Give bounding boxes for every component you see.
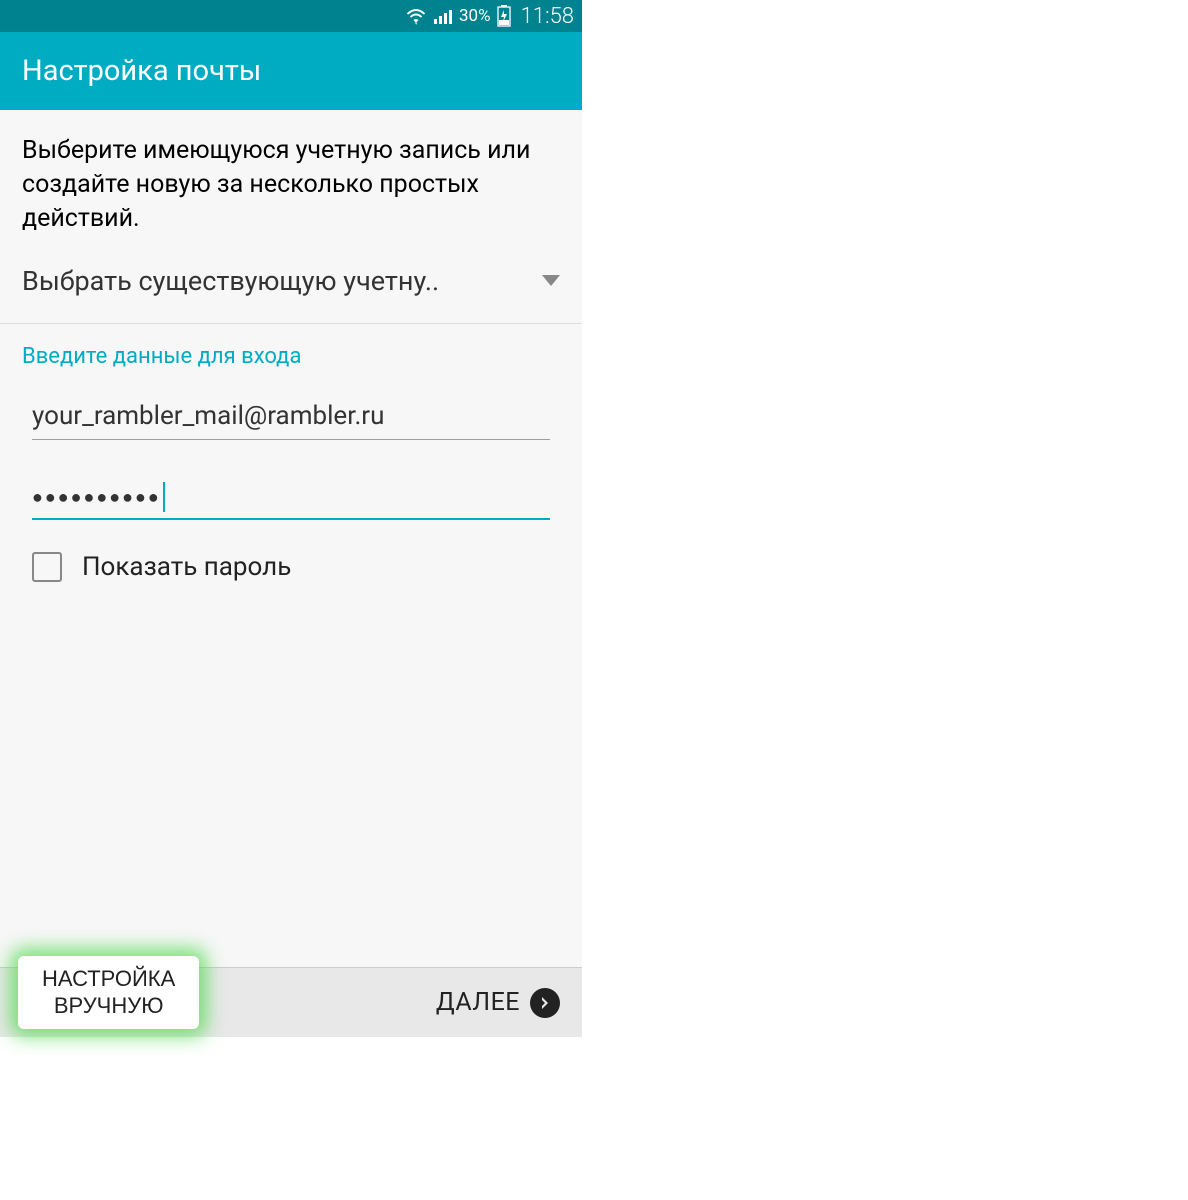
show-password-label[interactable]: Показать пароль <box>82 552 291 582</box>
app-header: Настройка почты <box>0 32 582 110</box>
status-bar: ↕ 30% 11:58 <box>0 0 582 32</box>
chevron-down-icon <box>542 271 560 292</box>
login-section-label: Введите данные для входа <box>0 324 582 381</box>
account-dropdown[interactable]: Выбрать существующую учетну.. <box>0 253 582 323</box>
bottom-bar: НАСТРОЙКА ВРУЧНУЮ ДАЛЕЕ <box>0 967 582 1037</box>
password-mask: ●●●●●●●●●● <box>32 487 161 508</box>
wifi-icon: ↕ <box>405 7 427 25</box>
password-input-wrapper: ●●●●●●●●●● <box>0 440 582 520</box>
next-button[interactable]: ДАЛЕЕ <box>436 988 560 1018</box>
instruction-text: Выберите имеющуюся учетную запись или со… <box>0 110 582 253</box>
battery-charging-icon <box>497 5 511 27</box>
text-cursor <box>163 482 165 512</box>
show-password-row: Показать пароль <box>0 520 582 582</box>
manual-button-line2: ВРУЧНУЮ <box>42 993 175 1019</box>
status-time: 11:58 <box>521 4 574 29</box>
email-field[interactable] <box>32 389 550 440</box>
spacer <box>0 582 582 967</box>
password-field[interactable]: ●●●●●●●●●● <box>32 470 550 520</box>
manual-button-line1: НАСТРОЙКА <box>42 966 175 992</box>
signal-icon <box>433 8 453 24</box>
content-area: Выберите имеющуюся учетную запись или со… <box>0 110 582 1037</box>
email-input-wrapper <box>0 381 582 440</box>
page-title: Настройка почты <box>22 54 560 88</box>
next-label: ДАЛЕЕ <box>436 988 520 1017</box>
manual-setup-button[interactable]: НАСТРОЙКА ВРУЧНУЮ <box>18 956 199 1029</box>
battery-percent: 30% <box>459 6 491 26</box>
dropdown-label: Выбрать существующую учетну.. <box>22 265 532 297</box>
svg-text:↕: ↕ <box>414 20 418 25</box>
chevron-right-circle-icon <box>530 988 560 1018</box>
show-password-checkbox[interactable] <box>32 552 62 582</box>
phone-screen: ↕ 30% 11:58 Настройка почты Выберите и <box>0 0 582 1037</box>
